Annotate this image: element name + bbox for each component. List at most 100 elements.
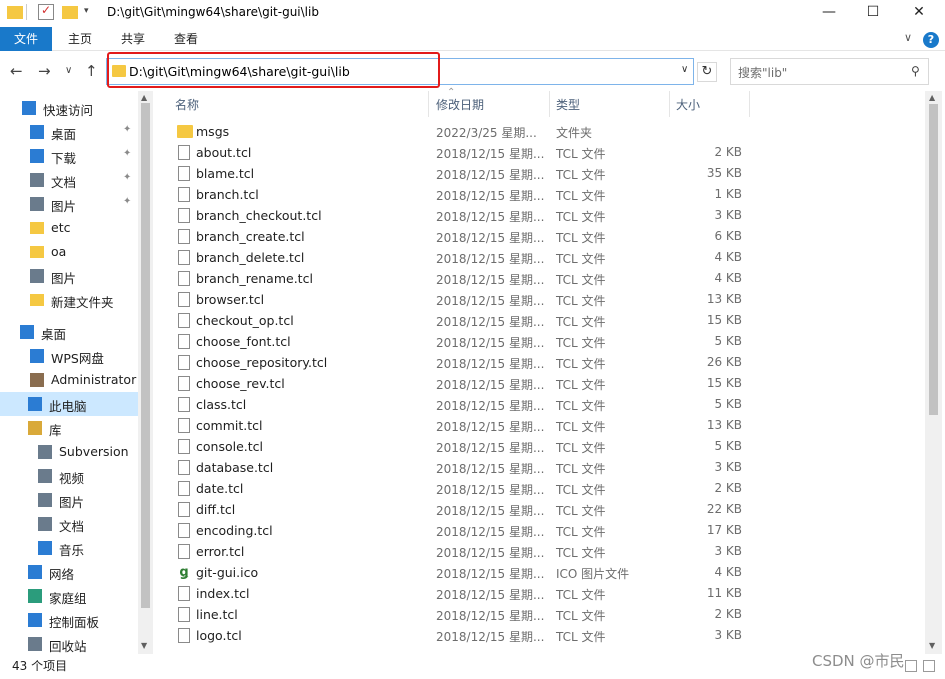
file-row[interactable]: about.tcl 2018/12/15 星期... TCL 文件 2 KB: [153, 142, 925, 163]
file-size: 5 KB: [714, 334, 742, 348]
file-row[interactable]: browser.tcl 2018/12/15 星期... TCL 文件 13 KB: [153, 289, 925, 310]
address-bar[interactable]: D:\git\Git\mingw64\share\git-gui\lib ∨: [106, 58, 694, 85]
details-view-icon[interactable]: [905, 660, 917, 672]
column-date[interactable]: 修改日期: [436, 96, 484, 113]
sidebar-item[interactable]: etc: [0, 216, 138, 240]
sidebar-item[interactable]: 文档 ✦: [0, 168, 138, 192]
file-list-scroll-thumb[interactable]: [929, 104, 938, 415]
column-divider[interactable]: [549, 91, 550, 117]
pin-icon[interactable]: ✦: [123, 196, 131, 207]
sidebar-item[interactable]: 控制面板: [0, 608, 138, 632]
file-type: TCL 文件: [556, 252, 606, 266]
sidebar-item[interactable]: 此电脑: [0, 392, 138, 416]
file-row[interactable]: class.tcl 2018/12/15 星期... TCL 文件 5 KB: [153, 394, 925, 415]
folder-icon: [30, 246, 44, 258]
recent-locations-icon[interactable]: ∨: [65, 65, 72, 76]
file-row[interactable]: branch.tcl 2018/12/15 星期... TCL 文件 1 KB: [153, 184, 925, 205]
file-row[interactable]: encoding.tcl 2018/12/15 星期... TCL 文件 17 KB: [153, 520, 925, 541]
address-text[interactable]: D:\git\Git\mingw64\share\git-gui\lib: [129, 64, 350, 79]
quick-access-toolbar-dropdown-icon[interactable]: ▾: [84, 6, 100, 22]
tab-share[interactable]: 共享: [121, 27, 145, 51]
file-list-scroll-up-icon[interactable]: ▲: [929, 93, 935, 102]
refresh-button[interactable]: ↻: [697, 62, 717, 82]
properties-icon[interactable]: ✓: [38, 3, 54, 20]
file-row[interactable]: choose_repository.tcl 2018/12/15 星期... TCL…: [153, 352, 925, 373]
large-icons-view-icon[interactable]: [923, 660, 935, 672]
sidebar-item[interactable]: 桌面: [0, 320, 138, 344]
file-date: 2018/12/15 星期...: [436, 252, 544, 266]
sidebar-item[interactable]: 库: [0, 416, 138, 440]
minimize-button[interactable]: —: [806, 0, 852, 26]
sidebar-item[interactable]: 图片 ✦: [0, 192, 138, 216]
file-row[interactable]: date.tcl 2018/12/15 星期... TCL 文件 2 KB: [153, 478, 925, 499]
search-icon[interactable]: ⚲: [911, 64, 920, 78]
help-icon[interactable]: ?: [923, 32, 939, 48]
sidebar-item[interactable]: 音乐: [0, 536, 138, 560]
pin-icon[interactable]: ✦: [123, 124, 131, 135]
sidebar-scroll-up-icon[interactable]: ▲: [141, 93, 147, 102]
file-row[interactable]: branch_checkout.tcl 2018/12/15 星期... TCL 文…: [153, 205, 925, 226]
sidebar-item[interactable]: WPS网盘: [0, 344, 138, 368]
file-row[interactable]: checkout_op.tcl 2018/12/15 星期... TCL 文件 15 …: [153, 310, 925, 331]
sidebar-item[interactable]: Administrator: [0, 368, 138, 392]
ribbon-expand-icon[interactable]: ∨: [904, 31, 912, 44]
title-bar: ✓ ▾ D:\git\Git\mingw64\share\git-gui\lib…: [0, 0, 945, 26]
file-row[interactable]: msgs 2022/3/25 星期... 文件夹: [153, 121, 925, 142]
file-row[interactable]: branch_create.tcl 2018/12/15 星期... TCL 文件 6…: [153, 226, 925, 247]
sidebar-item[interactable]: Subversion: [0, 440, 138, 464]
search-input[interactable]: 搜索"lib" ⚲: [730, 58, 929, 85]
file-row[interactable]: blame.tcl 2018/12/15 星期... TCL 文件 35 KB: [153, 163, 925, 184]
sidebar-item[interactable]: 视频: [0, 464, 138, 488]
sidebar-item[interactable]: oa: [0, 240, 138, 264]
file-row[interactable]: line.tcl 2018/12/15 星期... TCL 文件 2 KB: [153, 604, 925, 625]
sidebar-item[interactable]: 桌面 ✦: [0, 120, 138, 144]
file-row[interactable]: choose_font.tcl 2018/12/15 星期... TCL 文件 5 K…: [153, 331, 925, 352]
sidebar-item[interactable]: 下载 ✦: [0, 144, 138, 168]
sidebar-item[interactable]: 图片: [0, 488, 138, 512]
file-row[interactable]: error.tcl 2018/12/15 星期... TCL 文件 3 KB: [153, 541, 925, 562]
file-type: TCL 文件: [556, 609, 606, 623]
file-row[interactable]: commit.tcl 2018/12/15 星期... TCL 文件 13 KB: [153, 415, 925, 436]
file-row[interactable]: choose_rev.tcl 2018/12/15 星期... TCL 文件 15 K…: [153, 373, 925, 394]
file-date: 2018/12/15 星期...: [436, 567, 544, 581]
sidebar-item[interactable]: 快速访问: [0, 96, 138, 120]
forward-arrow-icon[interactable]: →: [38, 62, 51, 80]
pin-icon[interactable]: ✦: [123, 148, 131, 159]
file-row[interactable]: logo.tcl 2018/12/15 星期... TCL 文件 3 KB: [153, 625, 925, 646]
address-dropdown-icon[interactable]: ∨: [681, 64, 688, 75]
close-button[interactable]: ✕: [896, 0, 942, 26]
sidebar-item[interactable]: 新建文件夹: [0, 288, 138, 312]
file-row[interactable]: index.tcl 2018/12/15 星期... TCL 文件 11 KB: [153, 583, 925, 604]
sidebar-item[interactable]: 家庭组: [0, 584, 138, 608]
file-tab[interactable]: 文件: [0, 27, 52, 51]
file-row[interactable]: database.tcl 2018/12/15 星期... TCL 文件 3 KB: [153, 457, 925, 478]
new-folder-icon[interactable]: [62, 6, 78, 19]
sidebar-item[interactable]: 图片: [0, 264, 138, 288]
column-size[interactable]: 大小: [676, 96, 700, 113]
file-row[interactable]: branch_rename.tcl 2018/12/15 星期... TCL 文件 4…: [153, 268, 925, 289]
sidebar-item[interactable]: 文档: [0, 512, 138, 536]
sidebar-scroll-down-icon[interactable]: ▼: [141, 641, 147, 650]
sidebar-item[interactable]: 回收站: [0, 632, 138, 654]
pin-icon[interactable]: ✦: [123, 172, 131, 183]
file-row[interactable]: console.tcl 2018/12/15 星期... TCL 文件 5 KB: [153, 436, 925, 457]
column-divider[interactable]: [428, 91, 429, 117]
file-row[interactable]: diff.tcl 2018/12/15 星期... TCL 文件 22 KB: [153, 499, 925, 520]
sidebar-item-label: 文档: [51, 175, 77, 190]
back-arrow-icon[interactable]: ←: [10, 62, 23, 80]
column-name[interactable]: 名称: [175, 96, 199, 113]
file-list-scroll-down-icon[interactable]: ▼: [929, 641, 935, 650]
column-divider[interactable]: [749, 91, 750, 117]
file-size: 6 KB: [714, 229, 742, 243]
file-row[interactable]: branch_delete.tcl 2018/12/15 星期... TCL 文件 4…: [153, 247, 925, 268]
column-divider[interactable]: [669, 91, 670, 117]
file-row[interactable]: ǥ git-gui.ico 2018/12/15 星期... ICO 图片文件 4 KB: [153, 562, 925, 583]
tab-view[interactable]: 查看: [174, 27, 198, 51]
maximize-button[interactable]: ☐: [850, 0, 896, 26]
sidebar-item[interactable]: 网络: [0, 560, 138, 584]
up-arrow-icon[interactable]: ↑: [85, 62, 98, 80]
tab-home[interactable]: 主页: [68, 27, 92, 51]
file-size: 4 KB: [714, 565, 742, 579]
sidebar-scroll-thumb[interactable]: [141, 103, 150, 608]
column-type[interactable]: 类型: [556, 96, 580, 113]
